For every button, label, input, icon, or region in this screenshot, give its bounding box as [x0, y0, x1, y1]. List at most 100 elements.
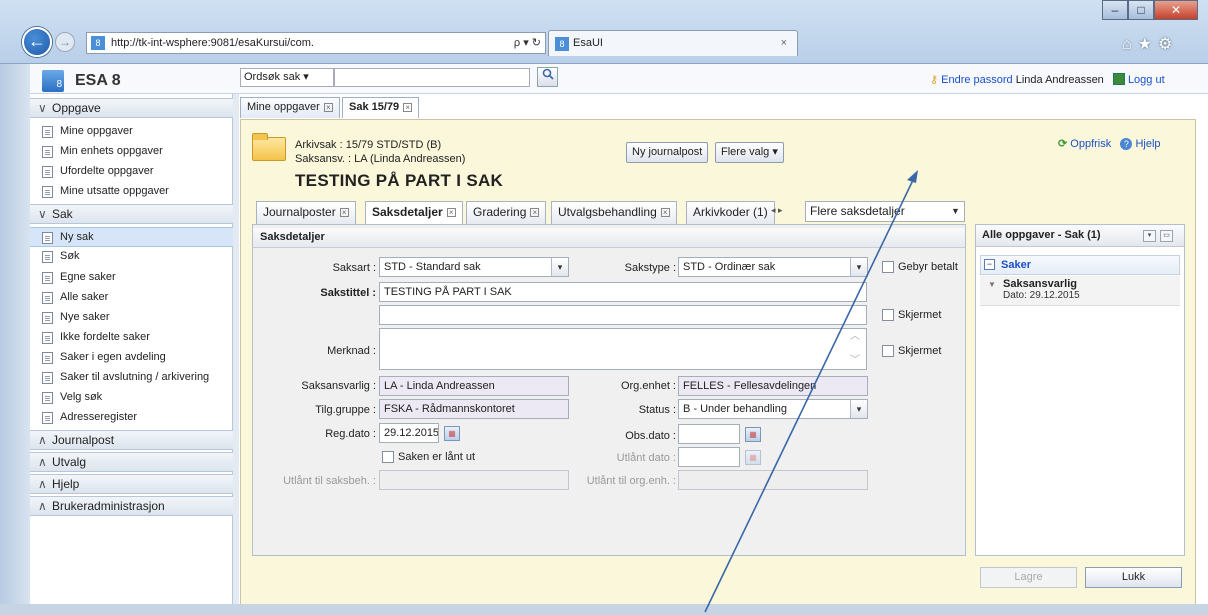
- document-icon: [42, 126, 53, 138]
- sidebar-item-label: Adresseregister: [60, 411, 138, 423]
- sidebar-item-saker-i-egen-avdeling[interactable]: Saker i egen avdeling: [30, 348, 233, 368]
- collapse-icon[interactable]: ▾: [1143, 230, 1156, 242]
- sidebar-item-alle-saker[interactable]: Alle saker: [30, 288, 233, 308]
- status-select[interactable]: B - Under behandling ▾: [678, 399, 868, 419]
- tab-close-icon[interactable]: ×: [781, 37, 787, 49]
- close-window-button[interactable]: ✕: [1154, 0, 1198, 20]
- tab-close-icon[interactable]: ×: [446, 208, 456, 218]
- new-journalpost-button[interactable]: Ny journalpost: [626, 142, 709, 163]
- sidebar-item-nye-saker[interactable]: Nye saker: [30, 308, 233, 328]
- subtab-journalposter[interactable]: Journalposter ×: [256, 201, 356, 224]
- user-area: ⚷ Endre passord Linda Andreassen Logg ut: [930, 73, 1165, 86]
- more-details-select[interactable]: Flere saksdetaljer ▼: [805, 201, 965, 222]
- subtab-saksdetaljer[interactable]: Saksdetaljer ×: [365, 201, 463, 225]
- search-button[interactable]: [537, 67, 558, 87]
- utlant-dato-input[interactable]: [678, 447, 740, 467]
- subtab-scroll-arrows[interactable]: ◂ ▸: [771, 205, 783, 216]
- sidebar-item-velg-sok[interactable]: Velg søk: [30, 388, 233, 408]
- utlant-orgenh-label: Utlånt til org.enh. :: [586, 475, 676, 487]
- saksart-value: STD - Standard sak: [384, 261, 481, 273]
- chevron-down-icon: ∨: [38, 101, 47, 115]
- sidebar-section-journalpost[interactable]: ∧ Journalpost: [30, 430, 233, 450]
- address-controls[interactable]: ρ ▾ ↻: [514, 33, 541, 53]
- textarea-scroll-icon[interactable]: ︿ ﹀: [850, 331, 860, 367]
- window-controls: – □ ✕: [1102, 0, 1198, 20]
- document-icon: [42, 392, 53, 404]
- more-options-button[interactable]: Flere valg ▾: [715, 142, 784, 163]
- sidebar-item-ny-sak[interactable]: Ny sak: [30, 227, 233, 247]
- utlant-orgenh-input[interactable]: [678, 470, 868, 490]
- address-bar[interactable]: 8 http://tk-int-wsphere:9081/esaKursui/c…: [86, 32, 546, 54]
- tasks-group-saker[interactable]: Saker: [980, 255, 1180, 275]
- triangle-down-icon[interactable]: ▼: [988, 280, 996, 289]
- forward-button[interactable]: →: [55, 32, 75, 52]
- sidebar-section-hjelp[interactable]: ∧ Hjelp: [30, 474, 233, 494]
- laant-ut-checkbox[interactable]: [382, 451, 394, 463]
- minus-icon[interactable]: −: [984, 259, 995, 270]
- calendar-icon[interactable]: ▦: [745, 427, 761, 442]
- sidebar-section-oppgave[interactable]: ∨ Oppgave: [30, 98, 233, 118]
- chevron-down-icon: ▾: [551, 258, 568, 276]
- obsdato-input[interactable]: [678, 424, 740, 444]
- browser-right-icons[interactable]: ⌂★⚙: [1122, 34, 1178, 54]
- sakstittel-secondary-input[interactable]: [379, 305, 867, 325]
- regdato-input[interactable]: 29.12.2015: [379, 423, 439, 443]
- sidebar-item-adresseregister[interactable]: Adresseregister: [30, 408, 233, 428]
- saksart-select[interactable]: STD - Standard sak ▾: [379, 257, 569, 277]
- sidebar-splitter[interactable]: [233, 94, 239, 604]
- sidebar-item-mine-oppgaver[interactable]: Mine oppgaver: [30, 122, 233, 142]
- subtab-label: Saksdetaljer: [372, 205, 443, 219]
- sidebar-item-egne-saker[interactable]: Egne saker: [30, 268, 233, 288]
- subtab-arkivkoder[interactable]: Arkivkoder (1): [686, 201, 775, 224]
- maximize-panel-icon[interactable]: ▭: [1160, 230, 1173, 242]
- merknad-textarea[interactable]: ︿ ﹀: [379, 328, 867, 370]
- skjermet-label-1: Skjermet: [898, 309, 942, 321]
- gebyr-checkbox[interactable]: [882, 261, 894, 273]
- sidebar-section-utvalg[interactable]: ∧ Utvalg: [30, 452, 233, 472]
- obsdato-label: Obs.dato :: [625, 430, 676, 442]
- calendar-icon[interactable]: ▦: [444, 426, 460, 441]
- page-favicon-icon: 8: [91, 36, 105, 50]
- close-button[interactable]: Lukk: [1085, 567, 1182, 588]
- sidebar-item-saker-til-avslutning[interactable]: Saker til avslutning / arkivering: [30, 368, 233, 388]
- saksansvarlig-input[interactable]: LA - Linda Andreassen: [379, 376, 569, 396]
- sakstype-select[interactable]: STD - Ordinær sak ▾: [678, 257, 868, 277]
- tab-close-icon[interactable]: ×: [323, 102, 333, 112]
- tab-mine-oppgaver[interactable]: Mine oppgaver ×: [240, 97, 340, 118]
- skjermet-checkbox-2[interactable]: [882, 345, 894, 357]
- logout-link[interactable]: Logg ut: [1128, 74, 1165, 86]
- sidebar-item-mine-utsatte-oppgaver[interactable]: Mine utsatte oppgaver: [30, 182, 233, 202]
- sidebar-item-sok[interactable]: Søk: [30, 247, 233, 267]
- subtab-label: Gradering: [473, 205, 527, 219]
- browser-tab[interactable]: 8 EsaUI ×: [548, 30, 798, 56]
- help-link[interactable]: Hjelp: [1135, 138, 1160, 150]
- minimize-button[interactable]: –: [1102, 0, 1128, 20]
- tab-close-icon[interactable]: ×: [339, 208, 349, 218]
- sidebar-section-sak[interactable]: ∨ Sak: [30, 204, 233, 224]
- sidebar-item-ikke-fordelte-saker[interactable]: Ikke fordelte saker: [30, 328, 233, 348]
- subtab-utvalgsbehandling[interactable]: Utvalgsbehandling ×: [551, 201, 677, 224]
- sidebar-section-label: Journalpost: [52, 433, 115, 447]
- change-password-link[interactable]: Endre passord: [941, 74, 1013, 86]
- back-button[interactable]: ←: [22, 27, 52, 57]
- search-input[interactable]: [334, 68, 530, 87]
- orgenhet-input[interactable]: FELLES - Fellesavdelingen: [678, 376, 868, 396]
- tab-sak[interactable]: Sak 15/79 ×: [342, 97, 420, 118]
- subtab-gradering[interactable]: Gradering ×: [466, 201, 547, 224]
- maximize-button[interactable]: □: [1128, 0, 1154, 20]
- save-button[interactable]: Lagre: [980, 567, 1077, 588]
- sidebar-section-brukeradministrasjon[interactable]: ∧ Brukeradministrasjon: [30, 496, 233, 516]
- tab-close-icon[interactable]: ×: [403, 102, 413, 112]
- sidebar-item-min-enhets-oppgaver[interactable]: Min enhets oppgaver: [30, 142, 233, 162]
- calendar-icon[interactable]: ▦: [745, 450, 761, 465]
- tab-close-icon[interactable]: ×: [530, 208, 540, 218]
- sakstittel-input[interactable]: TESTING PÅ PART I SAK: [379, 282, 867, 302]
- tab-close-icon[interactable]: ×: [660, 208, 670, 218]
- sidebar-item-ufordelte-oppgaver[interactable]: Ufordelte oppgaver: [30, 162, 233, 182]
- search-type-select[interactable]: Ordsøk sak ▾: [240, 68, 334, 87]
- document-icon: [42, 186, 53, 198]
- tilggruppe-input[interactable]: FSKA - Rådmannskontoret: [379, 399, 569, 419]
- refresh-link[interactable]: Oppfrisk: [1070, 138, 1111, 150]
- skjermet-checkbox-1[interactable]: [882, 309, 894, 321]
- utlant-saksbeh-input[interactable]: [379, 470, 569, 490]
